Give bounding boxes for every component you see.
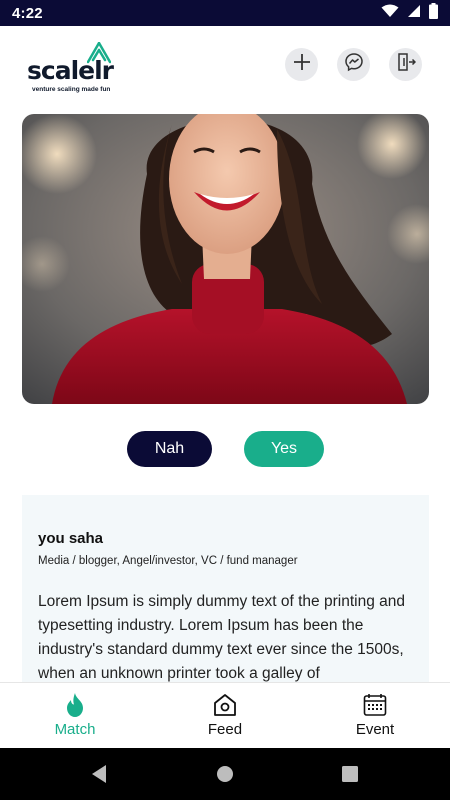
profile-photo[interactable]	[22, 114, 429, 404]
bottom-nav: Match Feed Event	[0, 682, 450, 748]
home-camera-icon	[213, 691, 237, 719]
signal-icon	[407, 4, 421, 23]
profile-card: you saha Media / blogger, Angel/investor…	[22, 495, 429, 685]
yes-button[interactable]: Yes	[244, 431, 324, 467]
app-logo[interactable]: scalelr venture scaling made fun	[27, 40, 127, 93]
add-button[interactable]	[285, 48, 318, 81]
nav-label-feed: Feed	[207, 721, 243, 738]
logout-icon	[396, 52, 416, 77]
logout-button[interactable]	[389, 48, 422, 81]
profile-bio: Lorem Ipsum is simply dummy text of the …	[38, 593, 405, 682]
nav-item-event[interactable]: Event	[300, 683, 450, 748]
home-icon[interactable]	[216, 764, 234, 789]
back-icon[interactable]	[90, 764, 108, 789]
status-icons	[381, 2, 438, 24]
profile-roles: Media / blogger, Angel/investor, VC / fu…	[38, 555, 298, 567]
nav-item-feed[interactable]: Feed	[150, 683, 300, 748]
nav-item-match[interactable]: Match	[0, 683, 150, 748]
status-bar: 4:22	[0, 0, 450, 26]
nah-button[interactable]: Nah	[127, 431, 212, 467]
logo-wordmark: scalelr	[27, 56, 114, 85]
nav-label-event: Event	[355, 721, 395, 738]
messenger-button[interactable]	[337, 48, 370, 81]
profile-name: you saha	[38, 530, 104, 547]
flame-icon	[64, 691, 86, 719]
wifi-icon	[381, 4, 399, 23]
logo-tagline: venture scaling made fun	[32, 86, 111, 93]
messenger-icon	[344, 52, 364, 77]
calendar-icon	[363, 691, 387, 719]
status-time: 4:22	[12, 4, 43, 22]
android-nav-bar	[0, 748, 450, 800]
battery-icon	[429, 2, 438, 24]
add-icon	[293, 53, 311, 76]
nav-label-match: Match	[54, 721, 96, 738]
app-header: scalelr venture scaling made fun	[0, 26, 450, 104]
recents-icon[interactable]	[341, 764, 359, 789]
